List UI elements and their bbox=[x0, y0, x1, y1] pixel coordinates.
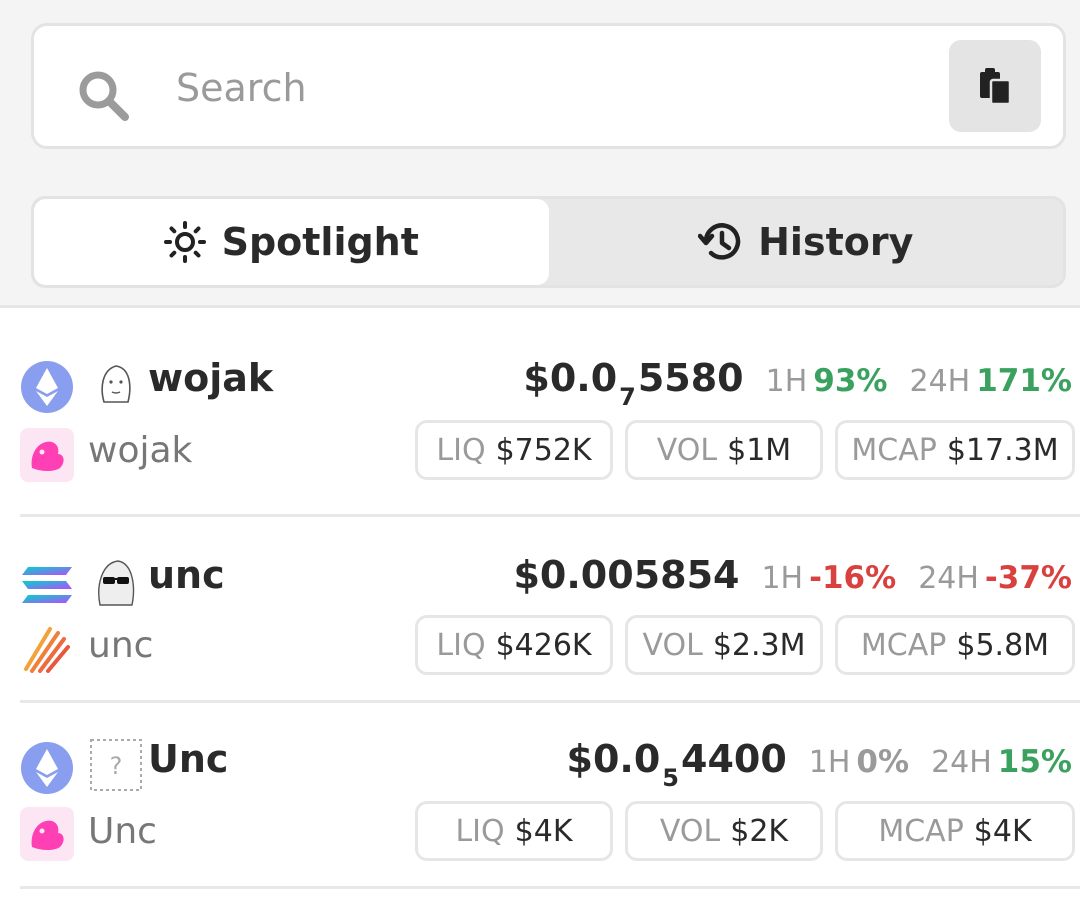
token-name: wojak bbox=[88, 430, 193, 471]
token-stats: LIQ $752K VOL $1M MCAP $17.3M bbox=[415, 420, 1075, 480]
search-icon bbox=[79, 71, 129, 121]
tab-bar: Spotlight History bbox=[31, 196, 1066, 288]
price-bar: $0.054400 1H 0% 24H 15% bbox=[567, 737, 1072, 792]
token-list: wojak wojak $0.075580 1H 93% 24H 171% LI… bbox=[0, 308, 1080, 889]
ethereum-icon bbox=[21, 742, 73, 794]
uniswap-icon bbox=[20, 807, 74, 861]
meteora-icon bbox=[24, 627, 70, 673]
search-input[interactable] bbox=[174, 52, 938, 124]
token-row[interactable]: wojak wojak $0.075580 1H 93% 24H 171% LI… bbox=[20, 308, 1080, 517]
price-bar: $0.075580 1H 93% 24H 171% bbox=[523, 356, 1072, 411]
price-bar: $0.005854 1H -16% 24H -37% bbox=[513, 553, 1072, 597]
token-row[interactable]: unc unc $0.005854 1H -16% 24H -37% LIQ $4… bbox=[20, 517, 1080, 703]
liquidity-badge: LIQ $426K bbox=[415, 615, 613, 675]
token-row[interactable]: ? Unc Unc $0.054400 1H 0% 24H 15% LIQ $4K… bbox=[20, 703, 1080, 889]
volume-badge: VOL $2.3M bbox=[625, 615, 823, 675]
top-panel: Spotlight History bbox=[0, 0, 1080, 308]
sun-icon bbox=[163, 221, 206, 263]
market-cap-badge: MCAP $5.8M bbox=[835, 615, 1075, 675]
change-24h-value: -37% bbox=[984, 560, 1072, 596]
wojak-avatar-icon bbox=[90, 358, 142, 410]
token-name: Unc bbox=[88, 811, 157, 852]
change-24h-label: 24H bbox=[909, 364, 971, 399]
token-stats: LIQ $426K VOL $2.3M MCAP $5.8M bbox=[415, 615, 1075, 675]
token-name: unc bbox=[88, 625, 154, 666]
tab-spotlight[interactable]: Spotlight bbox=[34, 199, 549, 285]
market-cap-badge: MCAP $4K bbox=[835, 801, 1075, 861]
change-1h-label: 1H bbox=[808, 745, 851, 780]
unknown-token-icon: ? bbox=[90, 739, 142, 791]
change-1h-value: 93% bbox=[813, 363, 888, 399]
market-cap-badge: MCAP $17.3M bbox=[835, 420, 1075, 480]
token-price: $0.075580 bbox=[523, 356, 744, 411]
paste-button[interactable] bbox=[949, 40, 1041, 132]
token-symbol: unc bbox=[148, 553, 225, 597]
token-stats: LIQ $4K VOL $2K MCAP $4K bbox=[415, 801, 1075, 861]
liquidity-badge: LIQ $752K bbox=[415, 420, 613, 480]
change-24h-value: 171% bbox=[976, 363, 1072, 399]
volume-badge: VOL $2K bbox=[625, 801, 823, 861]
uniswap-icon bbox=[20, 428, 74, 482]
token-symbol: Unc bbox=[148, 737, 229, 781]
change-24h-label: 24H bbox=[931, 745, 992, 780]
search-bar[interactable] bbox=[31, 23, 1066, 149]
unc-avatar-icon bbox=[90, 555, 142, 607]
tab-history[interactable]: History bbox=[549, 199, 1064, 285]
svg-text:?: ? bbox=[110, 752, 123, 780]
solana-icon bbox=[22, 567, 72, 603]
token-price: $0.005854 bbox=[513, 553, 740, 597]
tab-spotlight-label: Spotlight bbox=[221, 220, 419, 264]
token-symbol: wojak bbox=[148, 356, 274, 400]
clipboard-icon bbox=[980, 68, 1012, 105]
ethereum-icon bbox=[21, 361, 73, 413]
change-1h-label: 1H bbox=[765, 364, 808, 399]
change-24h-value: 15% bbox=[997, 744, 1072, 780]
volume-badge: VOL $1M bbox=[625, 420, 823, 480]
change-1h-label: 1H bbox=[761, 561, 804, 596]
change-24h-label: 24H bbox=[918, 561, 979, 596]
change-1h-value: -16% bbox=[809, 560, 897, 596]
change-1h-value: 0% bbox=[856, 744, 910, 780]
token-price: $0.054400 bbox=[566, 737, 787, 792]
history-icon bbox=[698, 223, 741, 260]
tab-history-label: History bbox=[758, 220, 914, 264]
liquidity-badge: LIQ $4K bbox=[415, 801, 613, 861]
